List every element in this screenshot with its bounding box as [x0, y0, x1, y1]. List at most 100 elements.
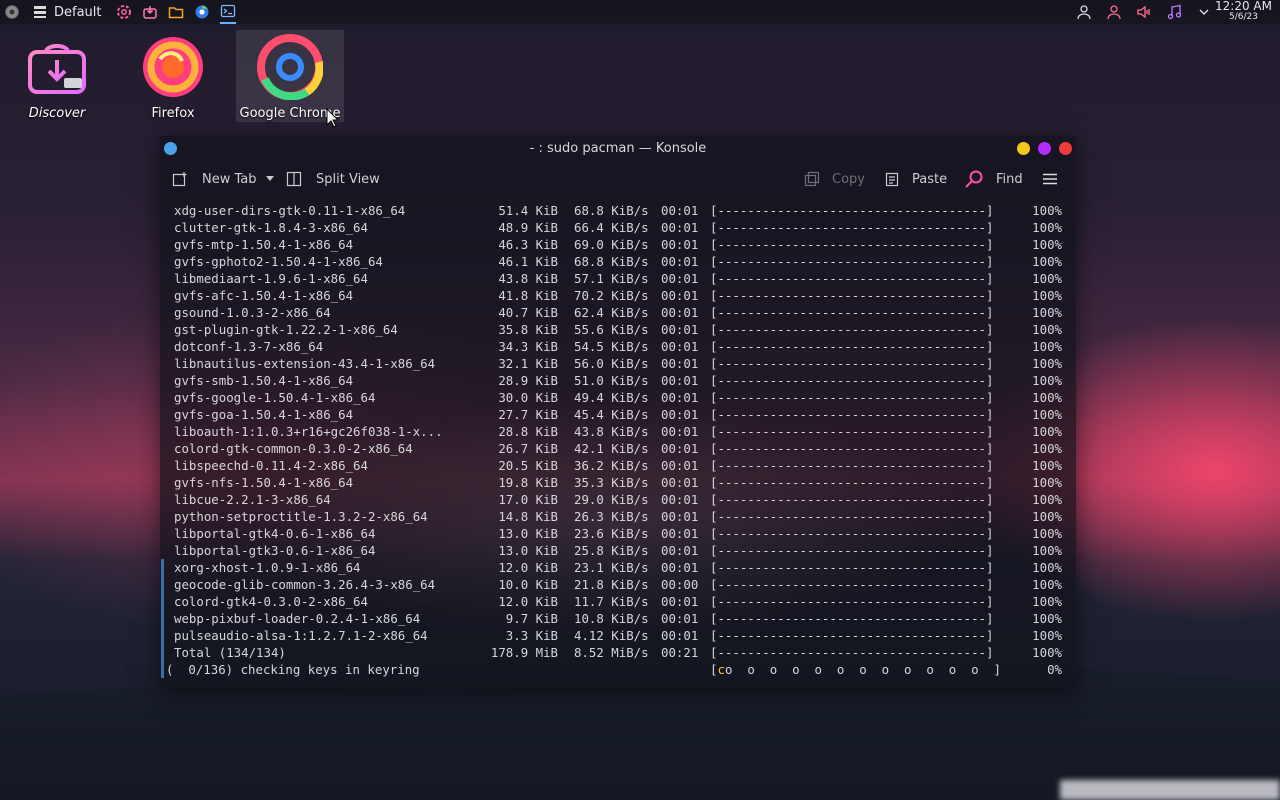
percent-complete: 100% — [1032, 492, 1062, 507]
package-name: gvfs-gphoto2-1.50.4-1-x86_64 — [174, 254, 383, 269]
paste-button[interactable]: Paste — [884, 169, 947, 189]
new-tab-label: New Tab — [202, 171, 257, 187]
window-titlebar[interactable]: - : sudo pacman — Konsole — [160, 136, 1076, 162]
elapsed-time: 00:01 — [661, 560, 699, 575]
new-tab-button[interactable]: New Tab — [172, 169, 275, 189]
package-size: 40.7 KiB — [498, 305, 558, 320]
download-speed: 56.0 KiB/s — [574, 356, 649, 371]
elapsed-time: 00:01 — [661, 611, 699, 626]
user-icon[interactable] — [1076, 4, 1092, 20]
volume-icon[interactable] — [1136, 4, 1152, 20]
terminal-output[interactable]: xdg-user-dirs-gtk-0.11-1-x86_64 51.4 KiB 6… — [161, 202, 1068, 680]
music-icon[interactable] — [1166, 4, 1182, 20]
percent-complete: 100% — [1032, 424, 1062, 439]
clock[interactable]: 12:20 AM 5/6/23 — [1215, 0, 1272, 23]
terminal-line: gvfs-gphoto2-1.50.4-1-x86_64 46.1 KiB 68.8… — [166, 253, 1068, 270]
elapsed-time: 00:01 — [661, 390, 699, 405]
percent-complete: 100% — [1032, 322, 1062, 337]
split-view-button[interactable]: Split View — [286, 169, 380, 189]
progress-bar-text: [------------------------------------] — [710, 390, 994, 405]
package-name: libnautilus-extension-43.4-1-x86_64 — [174, 356, 436, 371]
elapsed-time: 00:01 — [661, 424, 699, 439]
find-button[interactable]: Find — [964, 169, 1023, 189]
elapsed-time: 00:01 — [661, 322, 699, 337]
package-size: 27.7 KiB — [498, 407, 558, 422]
percent-complete: 100% — [1032, 237, 1062, 252]
elapsed-time: 00:01 — [661, 492, 699, 507]
terminal-line: xdg-user-dirs-gtk-0.11-1-x86_64 51.4 KiB 6… — [166, 202, 1068, 219]
pacman-char: c — [717, 662, 725, 677]
terminal-line: gvfs-smb-1.50.4-1-x86_64 28.9 KiB 51.0 KiB… — [166, 372, 1068, 389]
percent-complete: 100% — [1032, 509, 1062, 524]
chrome-icon — [194, 4, 210, 20]
package-name: webp-pixbuf-loader-0.2.4-1-x86_64 — [174, 611, 421, 626]
package-size: 48.9 KiB — [498, 220, 558, 235]
terminal-line: gvfs-goa-1.50.4-1-x86_64 27.7 KiB 45.4 KiB… — [166, 406, 1068, 423]
package-name: gvfs-goa-1.50.4-1-x86_64 — [174, 407, 354, 422]
terminal-line-keyring: ( 0/136) checking keys in keyring [co o o… — [161, 661, 1068, 678]
activity-switcher[interactable]: Default — [32, 0, 102, 24]
keyring-status-text: ( 0/136) checking keys in keyring — [166, 662, 420, 677]
folder-icon — [168, 4, 184, 20]
task-settings[interactable] — [116, 0, 132, 24]
minimize-button[interactable] — [1017, 142, 1030, 155]
package-size: 41.8 KiB — [498, 288, 558, 303]
app-launcher[interactable] — [4, 0, 20, 24]
elapsed-time: 00:01 — [661, 237, 699, 252]
download-speed: 35.3 KiB/s — [574, 475, 649, 490]
package-size: 19.8 KiB — [498, 475, 558, 490]
percent-complete: 100% — [1032, 339, 1062, 354]
elapsed-time: 00:01 — [661, 373, 699, 388]
paste-label: Paste — [912, 171, 948, 187]
package-size: 17.0 KiB — [498, 492, 558, 507]
download-speed: 11.7 KiB/s — [574, 594, 649, 609]
download-speed: 51.0 KiB/s — [574, 373, 649, 388]
task-konsole[interactable] — [219, 0, 236, 24]
task-chrome[interactable] — [194, 0, 210, 24]
scrollback-marker — [161, 627, 164, 644]
package-size: 14.8 KiB — [498, 509, 558, 524]
copy-label: Copy — [832, 171, 865, 187]
percent-complete: 100% — [1032, 356, 1062, 371]
download-speed: 10.8 KiB/s — [574, 611, 649, 626]
percent-complete: 100% — [1032, 288, 1062, 303]
search-icon — [964, 169, 984, 189]
elapsed-time: 00:01 — [661, 628, 699, 643]
progress-bar-text: [------------------------------------] — [710, 645, 994, 660]
package-size: 46.1 KiB — [498, 254, 558, 269]
copy-button[interactable]: Copy — [804, 169, 865, 189]
desktop-icon-firefox[interactable]: Firefox — [118, 30, 228, 121]
download-speed: 36.2 KiB/s — [574, 458, 649, 473]
wallpaper-haze — [1060, 780, 1280, 800]
task-files[interactable] — [168, 0, 184, 24]
terminal-line: gvfs-mtp-1.50.4-1-x86_64 46.3 KiB 69.0 KiB… — [166, 236, 1068, 253]
progress-bar-text: [------------------------------------] — [710, 220, 994, 235]
account-icon[interactable] — [1106, 4, 1122, 20]
elapsed-time: 00:01 — [661, 543, 699, 558]
firefox-icon — [140, 34, 206, 100]
package-name: geocode-glib-common-3.26.4-3-x86_64 — [174, 577, 436, 592]
progress-bar-text: [------------------------------------] — [710, 203, 994, 218]
progress-bar-text: [------------------------------------] — [710, 492, 994, 507]
chevron-down-icon[interactable] — [1196, 4, 1212, 20]
package-name: xdg-user-dirs-gtk-0.11-1-x86_64 — [174, 203, 406, 218]
konsole-toolbar: New Tab Split View Copy Paste Find — [160, 162, 1076, 196]
hamburger-menu-button[interactable] — [1042, 169, 1058, 189]
package-name: Total (134/134) — [174, 645, 286, 660]
task-discover[interactable] — [142, 0, 158, 24]
download-speed: 70.2 KiB/s — [574, 288, 649, 303]
close-button[interactable] — [1059, 142, 1072, 155]
percent-complete: 100% — [1032, 254, 1062, 269]
terminal-line: libmediaart-1.9.6-1-x86_64 43.8 KiB 57.1 K… — [166, 270, 1068, 287]
desktop-icon-discover[interactable]: Discover — [2, 30, 112, 121]
maximize-button[interactable] — [1038, 142, 1051, 155]
caret-down-icon[interactable] — [265, 172, 275, 187]
progress-bar-text: [------------------------------------] — [710, 322, 994, 337]
find-label: Find — [996, 171, 1023, 187]
terminal-line: gvfs-afc-1.50.4-1-x86_64 41.8 KiB 70.2 KiB… — [166, 287, 1068, 304]
package-size: 26.7 KiB — [498, 441, 558, 456]
arch-logo-icon — [4, 4, 20, 20]
percent-complete: 100% — [1032, 271, 1062, 286]
copy-icon — [804, 171, 820, 187]
terminal-line: pulseaudio-alsa-1:1.2.7.1-2-x86_64 3.3 Ki… — [161, 627, 1068, 644]
